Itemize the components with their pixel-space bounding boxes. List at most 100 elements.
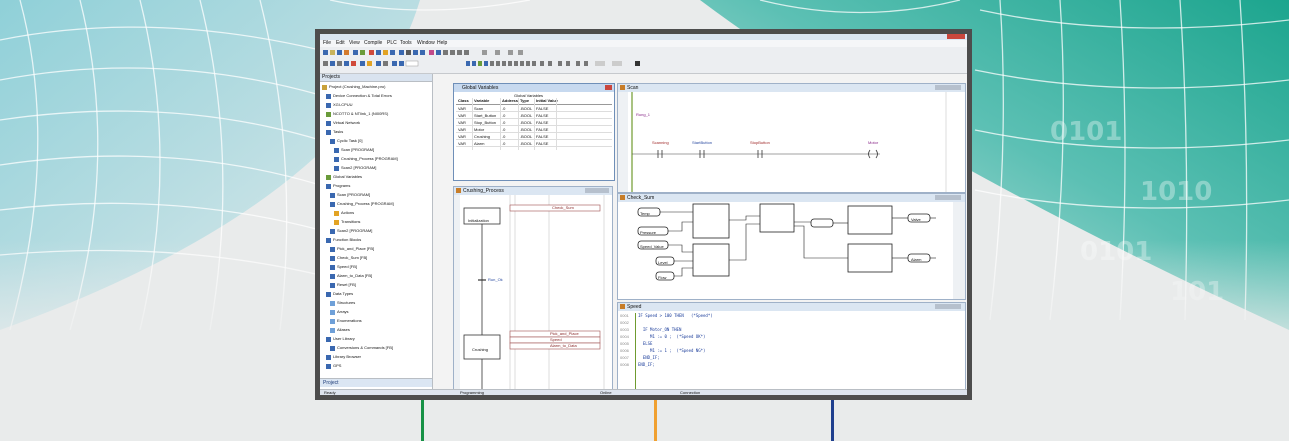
toolbar-icons[interactable] bbox=[320, 47, 967, 73]
fbd-window-controls[interactable] bbox=[935, 195, 961, 200]
gv-cell[interactable]: .0 bbox=[502, 134, 505, 139]
tree-item[interactable]: Check_Sum [FB] bbox=[330, 254, 367, 262]
tree-item[interactable]: Scan [PROGRAM] bbox=[330, 191, 370, 199]
gv-cell[interactable]: VAR bbox=[458, 134, 466, 139]
gv-cell[interactable]: .0 bbox=[502, 113, 505, 118]
st-code-editor[interactable]: 0001 IF Speed > 100 THEN (*Speed*) 0002 000… bbox=[618, 313, 965, 390]
tree-item[interactable]: Pick_and_Place [FB] bbox=[330, 245, 374, 253]
tree-item[interactable]: Aliases bbox=[330, 326, 350, 334]
tree-item[interactable]: GPS bbox=[326, 362, 341, 370]
tree-item[interactable]: Scan [PROGRAM] bbox=[334, 146, 374, 154]
gv-cell[interactable]: .0 bbox=[502, 141, 505, 146]
gv-cell[interactable]: FALSE bbox=[536, 113, 548, 118]
menu-window[interactable]: Window bbox=[417, 40, 435, 46]
gv-cell[interactable]: VAR bbox=[458, 127, 466, 132]
gv-cell[interactable]: .BOOL bbox=[520, 106, 532, 111]
gv-cell[interactable]: FALSE bbox=[536, 134, 548, 139]
tree-item[interactable]: Global Variables bbox=[326, 173, 362, 181]
tree-item[interactable]: Tasks bbox=[326, 128, 343, 136]
gv-cell[interactable]: VAR bbox=[458, 120, 466, 125]
gv-cell[interactable]: .0 bbox=[502, 120, 505, 125]
sfc-titlebar[interactable]: Crushing_Process bbox=[454, 187, 612, 195]
gv-cell[interactable]: Stop_Button bbox=[474, 120, 496, 125]
tree-item[interactable]: Speed [FB] bbox=[330, 263, 357, 271]
gv-cell[interactable]: Start_Button bbox=[474, 113, 496, 118]
tree-node-icon bbox=[334, 156, 339, 162]
tree-node-icon bbox=[330, 345, 335, 351]
menu-tools[interactable]: Tools bbox=[400, 40, 412, 46]
tree-item[interactable]: Project (Crushing_Machine.pro) bbox=[322, 83, 385, 91]
gv-cell[interactable]: VAR bbox=[458, 141, 466, 146]
gv-cell[interactable]: FALSE bbox=[536, 141, 548, 146]
tree-item[interactable]: XGI-CPUU bbox=[326, 101, 353, 109]
project-panel-header: Projects bbox=[320, 74, 432, 82]
menu-file[interactable]: File bbox=[323, 40, 331, 46]
project-panel-title: Projects bbox=[322, 74, 341, 80]
tree-item[interactable]: Library Browser bbox=[326, 353, 361, 361]
menu-help[interactable]: Help bbox=[437, 40, 447, 46]
tree-item[interactable]: Cyclic Task [0] bbox=[330, 137, 363, 145]
ld-window[interactable]: Scan Rung_1 Scanning StartButton StopBut… bbox=[617, 83, 966, 193]
tree-item[interactable]: Virtual Network bbox=[326, 119, 360, 127]
tree-item[interactable]: Scan2 [PROGRAM] bbox=[334, 164, 376, 172]
tree-item[interactable]: Enumerations bbox=[330, 317, 362, 325]
fbd-titlebar[interactable]: Check_Sum bbox=[618, 194, 965, 202]
gv-cell[interactable]: .BOOL bbox=[520, 127, 532, 132]
ld-window-controls[interactable] bbox=[935, 85, 961, 90]
menu-plc[interactable]: PLC bbox=[387, 40, 397, 46]
project-panel-tab[interactable]: Project bbox=[320, 378, 432, 387]
tree-item[interactable]: Device Connection & Total Errors bbox=[326, 92, 392, 100]
global-variables-window[interactable]: Global Variables Global Variables Class V… bbox=[453, 83, 615, 181]
tree-item[interactable]: Programs bbox=[326, 182, 350, 190]
sfc-window-controls[interactable] bbox=[585, 188, 609, 193]
menu-compile[interactable]: Compile bbox=[364, 40, 382, 46]
fbd-window[interactable]: Check_Sum Temp Pressure Speed_Value Leve… bbox=[617, 193, 966, 300]
ld-titlebar[interactable]: Scan bbox=[618, 84, 965, 92]
tree-item[interactable]: Actions bbox=[334, 209, 354, 217]
global-variables-titlebar[interactable]: Global Variables bbox=[454, 84, 614, 92]
tree-item[interactable]: User Library bbox=[326, 335, 355, 343]
st-window-controls[interactable] bbox=[935, 304, 961, 309]
gv-cell[interactable]: Crushing bbox=[474, 134, 490, 139]
menu-edit[interactable]: Edit bbox=[336, 40, 345, 46]
fbd-input-1: Temp bbox=[640, 211, 650, 216]
tree-item[interactable]: Arrays bbox=[330, 308, 349, 316]
gv-cell[interactable]: FALSE bbox=[536, 106, 548, 111]
tree-item[interactable]: Crushing_Process [PROGRAM] bbox=[334, 155, 398, 163]
tree-item[interactable]: Conversions & Commands [FB] bbox=[330, 344, 393, 352]
gv-cell[interactable]: .BOOL bbox=[520, 141, 532, 146]
tree-item[interactable]: Function Blocks bbox=[326, 236, 361, 244]
tree-item[interactable]: Scan2 [PROGRAM] bbox=[330, 227, 372, 235]
gv-cell[interactable]: .BOOL bbox=[520, 113, 532, 118]
global-variables-close-icon[interactable] bbox=[605, 85, 612, 90]
gv-cell[interactable]: VAR bbox=[458, 106, 466, 111]
gv-cell[interactable]: Motor bbox=[474, 127, 484, 132]
gv-cell[interactable]: Scan bbox=[474, 106, 483, 111]
gv-cell[interactable]: FALSE bbox=[536, 120, 548, 125]
tree-item[interactable]: Alarm_to_Data [FB] bbox=[330, 272, 372, 280]
tree-item[interactable]: Data Types bbox=[326, 290, 353, 298]
window-controls[interactable] bbox=[947, 34, 965, 39]
sfc-window[interactable]: Crushing_Process Initialization Check_Su… bbox=[453, 186, 613, 391]
tree-node-icon bbox=[334, 165, 339, 171]
st-titlebar[interactable]: Speed bbox=[618, 303, 965, 311]
st-line-number: 0006 bbox=[620, 348, 629, 353]
tree-node-icon bbox=[330, 327, 335, 333]
tree-item[interactable]: Transitions bbox=[334, 218, 360, 226]
st-window[interactable]: Speed 0001 IF Speed > 100 THEN (*Speed*) 0… bbox=[617, 302, 966, 391]
tree-item[interactable]: Crushing_Process [PROGRAM] bbox=[330, 200, 394, 208]
gv-cell[interactable]: .0 bbox=[502, 106, 505, 111]
tree-item[interactable]: NCOTTO & NTlink_1 (NI00RS) bbox=[326, 110, 388, 118]
gv-cell[interactable]: VAR bbox=[458, 113, 466, 118]
st-code-line: END_IF; bbox=[638, 362, 655, 367]
tree-item[interactable]: Reset [FB] bbox=[330, 281, 356, 289]
tree-item[interactable]: Structures bbox=[330, 299, 355, 307]
gv-cell[interactable]: .0 bbox=[502, 127, 505, 132]
gv-cell[interactable]: FALSE bbox=[536, 127, 548, 132]
st-code-line: M1 := 0 ; (*Speed OK*) bbox=[638, 334, 706, 339]
gv-cell[interactable]: Alarm bbox=[474, 141, 484, 146]
menu-view[interactable]: View bbox=[349, 40, 360, 46]
gv-cell[interactable]: .BOOL bbox=[520, 120, 532, 125]
gv-cell[interactable]: .BOOL bbox=[520, 134, 532, 139]
ld-contact-1: Scanning bbox=[652, 140, 669, 145]
